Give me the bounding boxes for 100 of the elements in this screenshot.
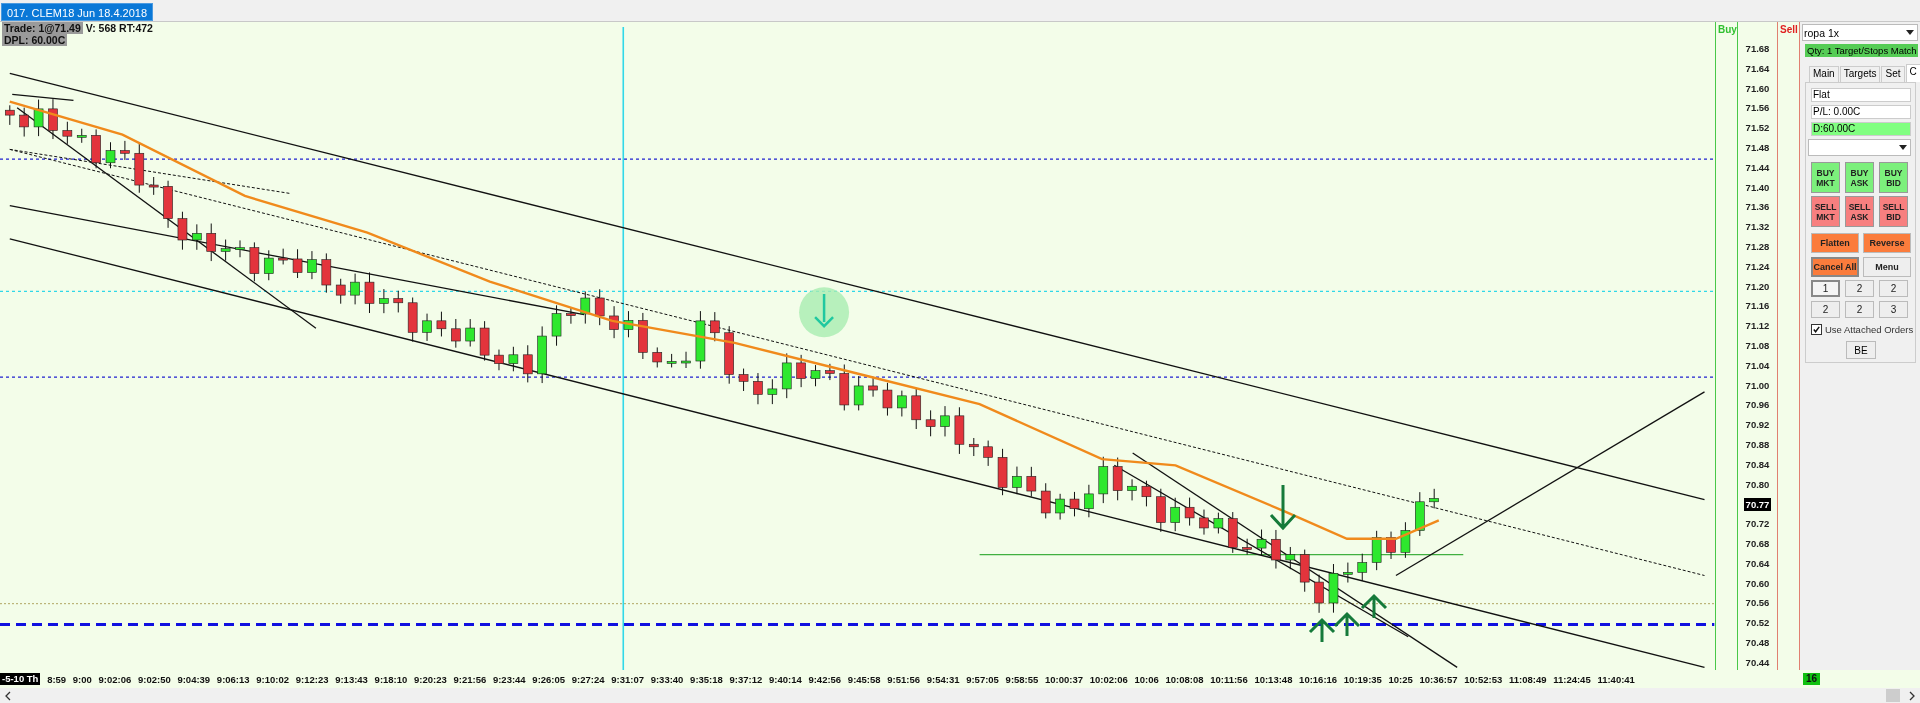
time-label: 9:26:05 [532, 673, 566, 685]
time-label: 9:45:58 [847, 673, 881, 685]
price-label: 70.96 [1745, 398, 1770, 413]
chevron-left-icon[interactable] [4, 690, 12, 701]
price-label: 70.60 [1745, 576, 1770, 591]
bar-count-badge: 16 [1803, 673, 1821, 685]
price-label: 70.52 [1745, 616, 1770, 631]
price-label: 70.92 [1745, 418, 1770, 433]
price-label: 71.12 [1745, 319, 1770, 334]
price-label: 71.36 [1745, 200, 1770, 215]
quantity-button[interactable]: 2 [1811, 301, 1840, 318]
price-label: 71.16 [1745, 299, 1770, 314]
breakeven-button[interactable]: BE [1846, 341, 1876, 359]
buy-column-header: Buy [1717, 23, 1737, 35]
time-label: 9:58:55 [1005, 673, 1039, 685]
pnl-field: P/L: 0.00C [1811, 105, 1911, 119]
time-label: 9:54:31 [926, 673, 960, 685]
time-label: 9:31:07 [611, 673, 644, 685]
scrollbar-thumb[interactable] [1886, 689, 1900, 702]
panel-tab[interactable]: Targets [1839, 66, 1881, 82]
time-label: 10:08:08 [1165, 673, 1204, 685]
buy-order-button[interactable]: BUY MKT [1811, 162, 1840, 193]
time-label: 9:06:13 [216, 673, 250, 685]
up-arrow-icon [1333, 611, 1361, 638]
time-label: 9:10:02 [256, 673, 290, 685]
panel-tab[interactable]: Set [1881, 66, 1905, 82]
dpl-label: DPL: 60.00C [2, 34, 68, 46]
quantity-button[interactable]: 2 [1879, 280, 1908, 297]
chart-tab[interactable]: 017. CLEM18 Jun 18.4.2018 [1, 3, 154, 21]
action-button[interactable]: Cancel All [1811, 257, 1859, 277]
price-label: 71.56 [1745, 101, 1770, 116]
price-label: 71.48 [1745, 141, 1770, 155]
action-button[interactable]: Flatten [1811, 233, 1859, 253]
volume-label: V: 568 RT:472 [84, 22, 153, 34]
price-label: 71.60 [1745, 81, 1770, 96]
time-label: 9:12:23 [295, 673, 329, 685]
price-label: 71.20 [1745, 279, 1770, 294]
down-arrow-icon [1269, 483, 1297, 531]
price-label: 71.52 [1745, 121, 1770, 136]
time-label: 10:19:35 [1343, 673, 1382, 685]
quantity-button[interactable]: 2 [1845, 301, 1874, 318]
time-label: 9:35:18 [690, 673, 723, 685]
time-label: 9:23:44 [492, 673, 526, 685]
price-label: 71.08 [1745, 338, 1770, 353]
time-label: 10:52:53 [1464, 673, 1503, 685]
quantity-button[interactable]: 2 [1845, 280, 1874, 297]
action-button[interactable]: Reverse [1863, 233, 1911, 253]
price-label: 70.44 [1745, 655, 1770, 670]
sell-order-button[interactable]: SELL MKT [1811, 196, 1840, 227]
time-label: 9:51:56 [887, 673, 921, 685]
price-label: 70.88 [1745, 437, 1770, 452]
checkbox[interactable] [1811, 324, 1822, 335]
time-label: 9:02:06 [98, 673, 132, 685]
time-label: 9:42:56 [808, 673, 842, 685]
action-button[interactable]: Menu [1863, 257, 1911, 277]
time-label: 10:11:56 [1210, 673, 1248, 685]
up-arrow-icon [1308, 617, 1336, 644]
price-label: 71.24 [1745, 259, 1770, 274]
price-label: 71.44 [1745, 160, 1770, 175]
price-label: 71.32 [1745, 220, 1770, 235]
dropdown-arrow-icon[interactable] [1899, 145, 1907, 150]
time-label: 9:20:23 [414, 673, 447, 685]
dropdown-arrow-icon[interactable] [1906, 30, 1914, 35]
price-label: 70.80 [1745, 477, 1770, 492]
price-label: 71.64 [1745, 61, 1770, 76]
time-label: 9:33:40 [650, 673, 684, 685]
time-label: 9:13:43 [335, 673, 368, 685]
time-label: 9:40:14 [768, 673, 802, 685]
time-label: 10:06 [1134, 673, 1159, 685]
panel-tab[interactable]: Main [1809, 66, 1839, 82]
status-bar: Qty: 1 Target/Stops Match [1805, 44, 1918, 57]
price-label: 71.40 [1745, 180, 1770, 195]
price-label: 70.64 [1745, 556, 1770, 571]
daily-field: D:60.00C [1811, 122, 1911, 136]
chevron-right-icon[interactable] [1908, 690, 1916, 701]
time-label: 9:27:24 [571, 673, 605, 685]
price-label: 71.68 [1745, 42, 1770, 56]
time-label: 10:25 [1388, 673, 1413, 685]
checkbox-label: Use Attached Orders [1825, 324, 1914, 335]
sell-order-button[interactable]: SELL ASK [1845, 196, 1874, 227]
panel-tab[interactable]: C [1905, 64, 1920, 82]
time-label: 10:16:16 [1299, 673, 1338, 685]
session-label: -5-10 Th [0, 673, 41, 685]
time-label: 11:24:45 [1553, 673, 1591, 685]
time-label: 9:04:39 [177, 673, 211, 685]
account-dropdown[interactable]: ropa 1x [1802, 24, 1918, 41]
price-label: 70.68 [1745, 536, 1770, 551]
time-label: 11:08:49 [1509, 673, 1547, 685]
sell-order-button[interactable]: SELL BID [1879, 196, 1908, 227]
buy-order-button[interactable]: BUY ASK [1845, 162, 1874, 193]
time-label: 10:36:57 [1419, 673, 1458, 685]
price-label: 71.28 [1745, 239, 1770, 254]
up-arrow-icon [1360, 593, 1388, 620]
buy-order-button[interactable]: BUY BID [1879, 162, 1908, 193]
time-label: 9:00 [72, 673, 92, 685]
quantity-button[interactable]: 1 [1811, 280, 1840, 297]
price-label: 70.84 [1745, 457, 1770, 472]
time-label: 8:59 [47, 673, 67, 685]
trade-label: Trade: 1@71.49 [2, 22, 83, 34]
quantity-button[interactable]: 3 [1879, 301, 1908, 318]
